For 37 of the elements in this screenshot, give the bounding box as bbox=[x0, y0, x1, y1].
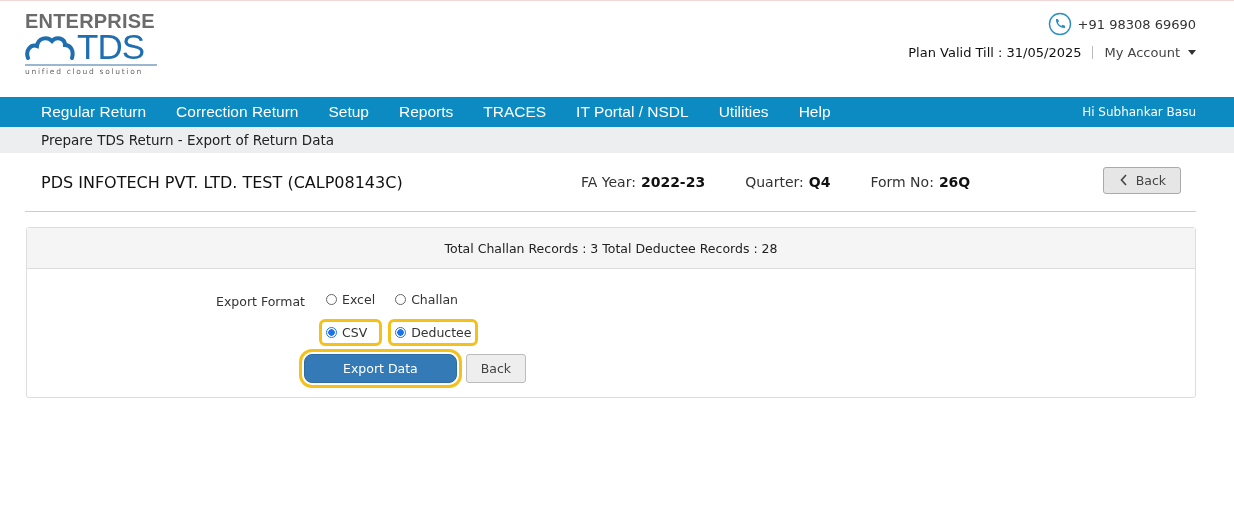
nav-menu-item[interactable]: Setup bbox=[328, 103, 369, 121]
breadcrumb: Prepare TDS Return - Export of Return Data bbox=[41, 132, 335, 148]
radio-button[interactable] bbox=[395, 294, 407, 305]
field-label: Export Format bbox=[215, 293, 305, 309]
nav-menu-item[interactable]: TRACES bbox=[483, 103, 547, 121]
meta-label: Form No: bbox=[870, 174, 934, 190]
meta-value: 2022-23 bbox=[640, 174, 706, 190]
nav-menu-item[interactable]: Utilities bbox=[718, 103, 769, 121]
meta-value: 26Q bbox=[938, 174, 971, 190]
chevron-icon bbox=[1119, 174, 1128, 186]
radio-button[interactable] bbox=[326, 327, 337, 338]
logo-product: TDS bbox=[77, 31, 144, 63]
caret-icon bbox=[1188, 50, 1196, 55]
radio-button[interactable] bbox=[395, 327, 407, 338]
radio-option[interactable]: Challan bbox=[388, 286, 479, 313]
nav-menu-item[interactable]: Correction Return bbox=[176, 103, 299, 121]
user-greeting: Hi Subhankar Basu bbox=[1082, 105, 1196, 119]
radio-option[interactable]: Deductee bbox=[388, 319, 479, 346]
records-summary: Total Challan Records : 3 Total Deductee Records : 28 bbox=[444, 240, 778, 256]
meta-label: FA Year: bbox=[581, 174, 636, 190]
logo-brand: ENTERPRISE bbox=[25, 11, 156, 31]
nav-menu-item[interactable]: IT Portal / NSDL bbox=[576, 103, 689, 121]
phone-number: +91 98308 69690 bbox=[1077, 16, 1196, 32]
nav-menu-item[interactable]: Help bbox=[798, 103, 831, 121]
radio-option[interactable]: Excel bbox=[319, 286, 383, 313]
meta-label: Quarter: bbox=[745, 174, 804, 190]
radio-option[interactable]: CSV bbox=[319, 319, 383, 346]
back-button[interactable]: Back bbox=[1102, 166, 1181, 194]
company-name: PDS INFOTECH PVT. LTD. TEST (CALP08143C) bbox=[41, 172, 404, 192]
meta-value: Q4 bbox=[808, 174, 831, 190]
phone-icon bbox=[1047, 12, 1072, 36]
nav-menu-item[interactable]: Regular Return bbox=[41, 103, 147, 121]
back-button[interactable]: Back bbox=[465, 354, 527, 383]
radio-button[interactable] bbox=[326, 294, 337, 305]
nav-menu-item[interactable]: Reports bbox=[398, 103, 454, 121]
plan-validity: Plan Valid Till : 31/05/2025 bbox=[908, 45, 1082, 60]
account-menu[interactable]: My Account bbox=[1104, 45, 1180, 60]
